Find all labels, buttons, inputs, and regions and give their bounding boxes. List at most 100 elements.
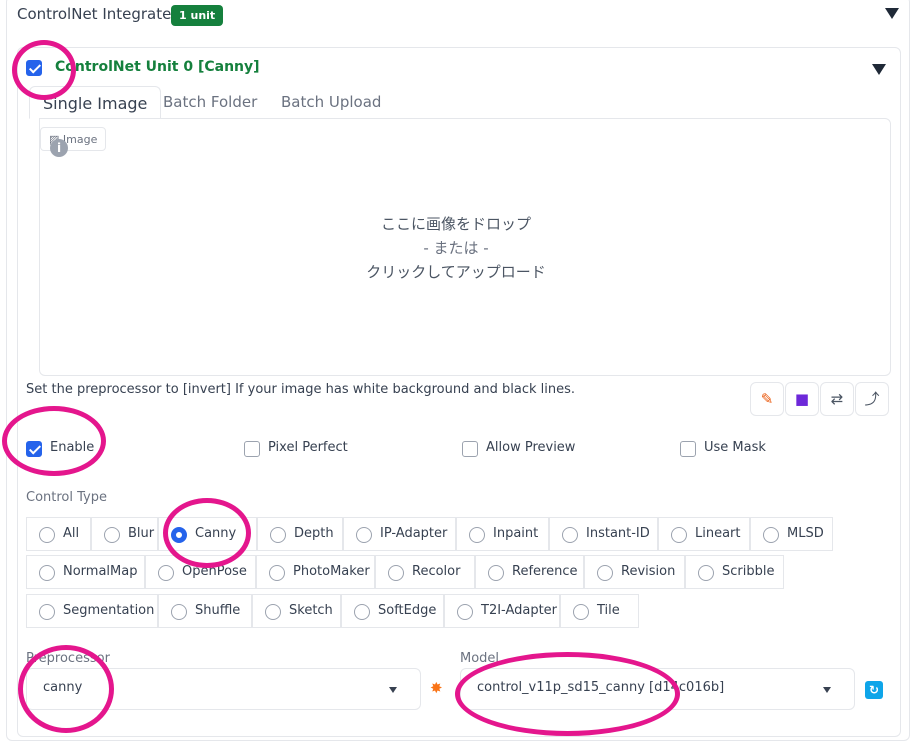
drop-text-line1: ここに画像をドロップ [380,215,531,233]
control-type-recolor[interactable]: Recolor [375,555,475,589]
control-type-label-text: MLSD [787,526,824,541]
control-type-mlsd[interactable]: MLSD [750,517,833,551]
control-type-reference[interactable]: Reference [475,555,584,589]
enable-checkbox[interactable] [26,441,42,457]
chevron-down-icon [389,687,397,693]
control-type-label-text: SoftEdge [378,603,437,618]
control-type-all[interactable]: All [26,517,91,551]
allow-preview-label[interactable]: Allow Preview [486,440,575,455]
control-type-label-text: Segmentation [63,603,155,618]
info-icon[interactable]: i [50,139,68,157]
radio-button[interactable] [39,604,55,620]
radio-button[interactable] [354,604,370,620]
pixel-perfect-checkbox[interactable] [244,441,260,457]
control-type-label-text: Shuffle [195,603,241,618]
pixel-perfect-label[interactable]: Pixel Perfect [268,440,348,455]
collapse-triangle-icon[interactable] [885,8,899,19]
control-type-label-text: Instant-ID [586,526,650,541]
control-type-label-text: Revision [621,564,676,579]
radio-button[interactable] [39,527,55,543]
control-type-label-text: Inpaint [493,526,539,541]
chevron-down-icon [823,687,831,693]
preprocessor-value: canny [43,680,83,695]
allow-preview-checkbox[interactable] [462,441,478,457]
control-type-t2i-adapter[interactable]: T2I-Adapter [444,594,560,628]
control-type-label-text: Reference [512,564,578,579]
control-type-label-text: All [63,526,80,541]
preprocessor-hint: Set the preprocessor to [invert] If your… [26,382,576,397]
send-dimensions-button[interactable]: ⤴ [855,382,889,416]
control-type-ip-adapter[interactable]: IP-Adapter [343,517,456,551]
control-type-label-text: Canny [195,526,237,541]
preprocessor-select[interactable]: canny [26,668,421,710]
camera-button[interactable]: ■ [785,382,819,416]
radio-button[interactable] [763,527,779,543]
enable-label[interactable]: Enable [50,440,94,455]
tab-single-image[interactable]: Single Image [29,86,162,119]
control-type-label-text: Depth [294,526,334,541]
radio-button[interactable] [488,565,504,581]
radio-button[interactable] [104,527,120,543]
radio-button[interactable] [457,604,473,620]
model-label: Model [460,651,500,666]
control-type-normalmap[interactable]: NormalMap [26,555,145,589]
control-type-label: Control Type [26,490,107,505]
control-type-shuffle[interactable]: Shuffle [158,594,252,628]
control-type-label-text: Recolor [412,564,461,579]
control-type-inpaint[interactable]: Inpaint [456,517,549,551]
drop-text-line3: クリックしてアップロード [366,263,546,281]
edit-icon: ✎ [760,390,774,408]
control-type-sketch[interactable]: Sketch [252,594,341,628]
control-type-canny[interactable]: Canny [158,517,257,551]
radio-button[interactable] [562,527,578,543]
swap-button[interactable]: ⇄ [820,382,854,416]
radio-button[interactable] [39,565,55,581]
control-type-photomaker[interactable]: PhotoMaker [256,555,375,589]
radio-button[interactable] [671,527,687,543]
control-type-segmentation[interactable]: Segmentation [26,594,158,628]
radio-button[interactable] [171,527,187,543]
unit-title[interactable]: ControlNet Unit 0 [Canny] [55,59,260,75]
edit-button[interactable]: ✎ [750,382,784,416]
radio-button[interactable] [270,527,286,543]
control-type-blur[interactable]: Blur [91,517,158,551]
control-type-label-text: Blur [128,526,155,541]
swap-icon: ⇄ [830,390,844,408]
radio-button[interactable] [265,604,281,620]
control-type-label-text: Scribble [722,564,775,579]
unit-enable-checkbox[interactable] [26,60,42,76]
control-type-depth[interactable]: Depth [257,517,343,551]
control-type-label-text: Sketch [289,603,333,618]
radio-button[interactable] [356,527,372,543]
refresh-models-icon[interactable]: ↻ [865,681,883,699]
control-type-scribble[interactable]: Scribble [685,555,784,589]
radio-button[interactable] [469,527,485,543]
radio-button[interactable] [269,565,285,581]
tab-batch-folder[interactable]: Batch Folder [163,93,257,111]
control-type-label-text: T2I-Adapter [481,603,558,618]
use-mask-checkbox[interactable] [680,441,696,457]
camera-icon: ■ [794,390,810,408]
radio-button[interactable] [597,565,613,581]
control-type-tile[interactable]: Tile [560,594,639,628]
control-type-label-text: Lineart [695,526,741,541]
radio-button[interactable] [573,604,589,620]
unit-collapse-triangle-icon[interactable] [872,64,886,75]
radio-button[interactable] [171,604,187,620]
control-type-lineart[interactable]: Lineart [658,517,750,551]
control-type-instant-id[interactable]: Instant-ID [549,517,658,551]
control-type-openpose[interactable]: OpenPose [145,555,256,589]
control-type-label-text: Tile [597,603,620,618]
model-select[interactable]: control_v11p_sd15_canny [d14c016b] [460,668,855,710]
accordion-title[interactable]: ControlNet Integrated [17,5,181,23]
control-type-softedge[interactable]: SoftEdge [341,594,444,628]
control-type-label-text: IP-Adapter [380,526,448,541]
radio-button[interactable] [388,565,404,581]
radio-button[interactable] [698,565,714,581]
use-mask-label[interactable]: Use Mask [704,440,766,455]
radio-button[interactable] [158,565,174,581]
run-preprocessor-spark-icon[interactable]: ✸ [430,679,443,697]
control-type-revision[interactable]: Revision [584,555,685,589]
tab-batch-upload[interactable]: Batch Upload [281,93,381,111]
control-type-label-text: OpenPose [182,564,247,579]
